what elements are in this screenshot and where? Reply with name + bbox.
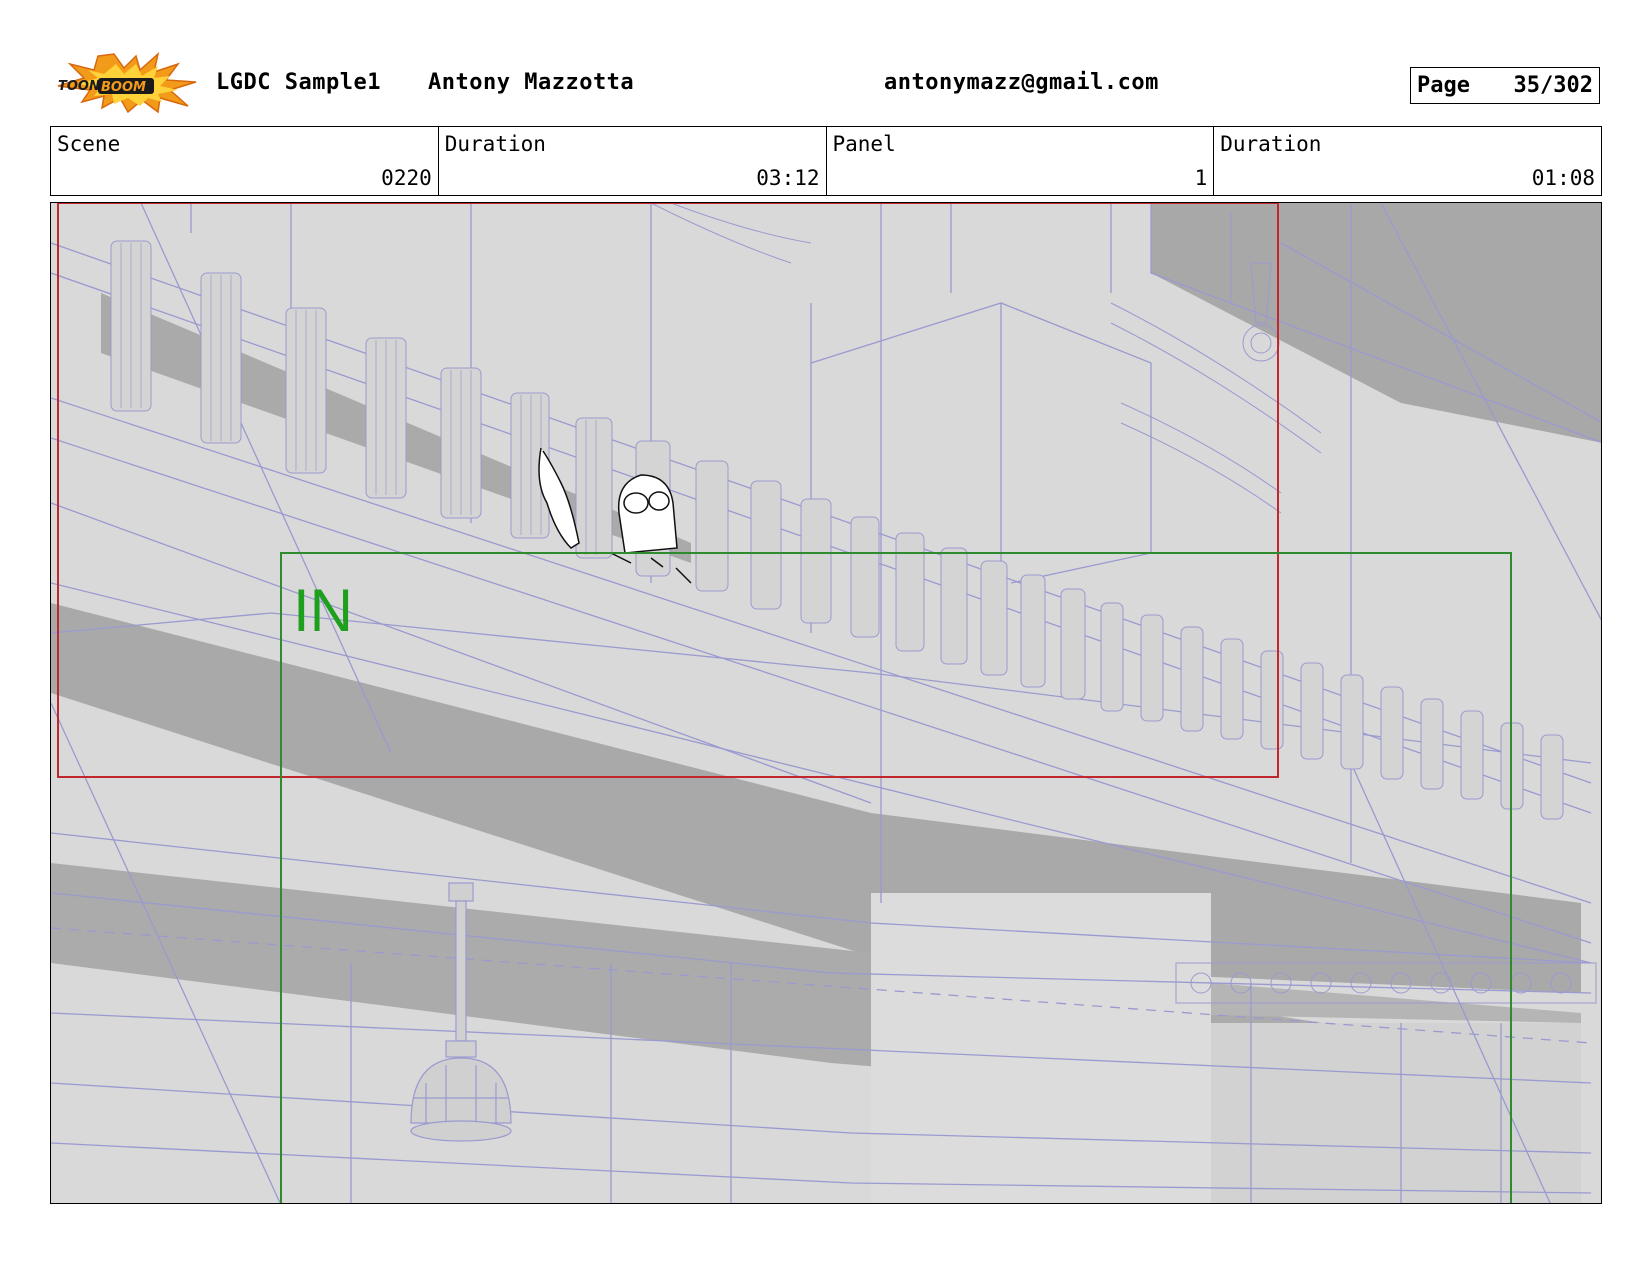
panel-artwork: IN (51, 203, 1601, 1203)
scene-value: 0220 (381, 166, 432, 190)
panel-duration-label: Duration (1220, 132, 1322, 156)
scene-duration-label: Duration (444, 132, 546, 156)
scene-duration-cell: Duration 03:12 (439, 127, 827, 195)
panel-cell: Panel 1 (827, 127, 1215, 195)
author-email: antonymazz@gmail.com (884, 70, 1159, 95)
scene-cell: Scene 0220 (51, 127, 439, 195)
logo-text-toon: TOON (58, 79, 100, 94)
panel-duration-cell: Duration 01:08 (1214, 127, 1601, 195)
scene-duration-value: 03:12 (756, 166, 820, 190)
panel-value: 1 (1194, 166, 1208, 190)
in-frame-label: IN (293, 577, 353, 644)
page-indicator: Page 35/302 (1410, 67, 1600, 104)
logo-text-boom: BOOM (101, 80, 146, 95)
toonboom-logo: TOON BOOM (57, 51, 197, 114)
panel-duration-value: 01:08 (1531, 166, 1595, 190)
project-title: LGDC Sample1 (216, 70, 381, 95)
author-name: Antony Mazzotta (428, 70, 635, 95)
page-number: 35/302 (1513, 73, 1593, 98)
panel-label: Panel (832, 132, 896, 156)
scene-label: Scene (57, 132, 121, 156)
page-label: Page (1417, 73, 1470, 98)
storyboard-panel[interactable]: IN (50, 202, 1602, 1204)
scene-info-table: Scene 0220 Duration 03:12 Panel 1 Durati… (50, 126, 1602, 196)
